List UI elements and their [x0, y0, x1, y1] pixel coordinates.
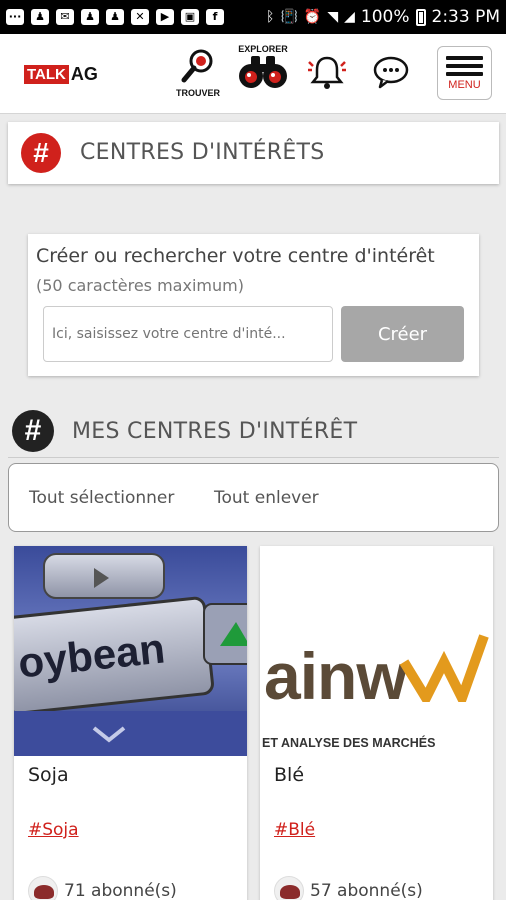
bluetooth-icon: ᛒ: [266, 9, 275, 25]
interest-tile[interactable]: ainw ET ANALYSE DES MARCHÉS Blé #Blé 57 …: [260, 546, 493, 900]
signal-icon: ◢: [344, 9, 355, 25]
tile-name: Soja: [28, 764, 69, 786]
interest-tile[interactable]: oybean Soja #Soja 71 abonné(s): [14, 546, 247, 900]
wheat-logo-shape: [400, 634, 489, 702]
my-interests-title: MES CENTRES D'INTÉRÊT: [72, 419, 358, 444]
subscriber-count: 71 abonné(s): [64, 881, 177, 900]
messages-button[interactable]: [371, 54, 411, 94]
hashtag-icon: #: [12, 410, 54, 452]
menu-button[interactable]: MENU: [437, 46, 492, 100]
remove-all-button[interactable]: Tout enlever: [214, 488, 319, 508]
nav-trouver[interactable]: TROUVER: [172, 48, 224, 98]
subscriber-count: 57 abonné(s): [310, 881, 423, 900]
wheat-image-caption: ET ANALYSE DES MARCHÉS: [262, 736, 436, 750]
chat-icon: ···: [6, 9, 24, 25]
nav-explorer-label: EXPLORER: [238, 44, 288, 54]
facebook-icon: f: [206, 9, 224, 25]
youtube-icon: ▶: [156, 9, 174, 25]
status-bar: ··· ♟ ✉ ♟ ♟ ✕ ▶ ▣ f ᛒ 📳 ⏰ ◥ ◢ 100% 2:33 …: [0, 0, 506, 34]
wifi-icon: ◥: [327, 9, 339, 25]
tile-hashtag-link[interactable]: #Blé: [274, 820, 315, 840]
magnifier-icon: [181, 49, 213, 83]
interest-input[interactable]: [43, 306, 333, 362]
wheat-image-text: ainw: [264, 639, 408, 713]
alarm-icon: ⏰: [303, 9, 322, 25]
notification-icon: ♟: [81, 9, 99, 25]
hamburger-icon: [446, 56, 483, 80]
app-header: TALK AG TROUVER EXPLORER MENU: [0, 34, 506, 114]
create-button[interactable]: Créer: [341, 306, 464, 362]
interests-header-card: # CENTRES D'INTÉRÊTS: [8, 122, 499, 184]
tile-hashtag-link[interactable]: #Soja: [28, 820, 79, 840]
hashtag-icon: #: [21, 133, 61, 173]
close-box-icon: ✕: [131, 9, 149, 25]
wheat-image: ainw ET ANALYSE DES MARCHÉS: [260, 546, 493, 756]
select-all-button[interactable]: Tout sélectionner: [29, 488, 174, 508]
battery-icon: [415, 8, 426, 26]
page-title: CENTRES D'INTÉRÊTS: [80, 140, 325, 165]
mail-icon: ✉: [56, 9, 74, 25]
bell-icon: [308, 56, 346, 89]
menu-label: MENU: [448, 79, 481, 91]
battery-percent: 100%: [360, 7, 410, 27]
nav-trouver-label: TROUVER: [175, 88, 220, 98]
image-icon: ▣: [181, 9, 199, 25]
notification-icon: ♟: [106, 9, 124, 25]
selection-toolbar: Tout sélectionner Tout enlever: [8, 463, 499, 532]
create-subtitle: (50 caractères maximum): [36, 276, 244, 295]
create-interest-card: Créer ou rechercher votre centre d'intér…: [28, 234, 479, 376]
soybean-image: oybean: [14, 546, 247, 756]
notifications-button[interactable]: [307, 52, 347, 96]
chat-bubble-icon: [373, 56, 409, 89]
notification-icons: ··· ♟ ✉ ♟ ♟ ✕ ▶ ▣ f: [6, 9, 224, 25]
divider: [8, 457, 499, 458]
vibrate-icon: 📳: [280, 9, 298, 25]
nav-explorer[interactable]: EXPLORER: [234, 44, 292, 94]
tile-subscribers: 57 abonné(s): [274, 876, 423, 900]
clock: 2:33 PM: [431, 7, 501, 27]
tile-name: Blé: [274, 764, 305, 786]
avatar: [274, 876, 304, 900]
binoculars-icon: [239, 56, 287, 88]
notification-icon: ♟: [31, 9, 49, 25]
create-title: Créer ou rechercher votre centre d'intér…: [36, 245, 435, 267]
talkag-logo[interactable]: TALK AG: [24, 64, 98, 85]
tile-subscribers: 71 abonné(s): [28, 876, 177, 900]
avatar: [28, 876, 58, 900]
